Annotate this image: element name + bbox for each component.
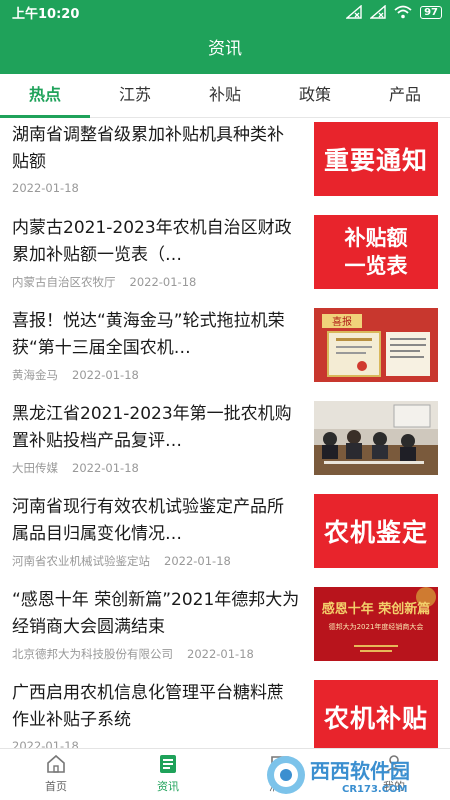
certificate-image: 喜报 (314, 308, 438, 382)
news-thumbnail (314, 401, 438, 475)
news-title: 内蒙古2021-2023年农机自治区财政累加补贴额一览表（… (12, 218, 292, 265)
svg-text:CR173.COM: CR173.COM (342, 784, 408, 795)
news-item[interactable]: 湖南省调整省级累加补贴机具种类补贴额 2022-01-18 重要通知 (0, 118, 450, 211)
nav-news[interactable]: 资讯 (128, 753, 208, 794)
tab-jiangsu[interactable]: 江苏 (90, 74, 180, 118)
news-title: “感恩十年 荣创新篇”2021年德邦大为经销商大会圆满结束 (12, 590, 300, 637)
svg-text:喜报: 喜报 (332, 315, 352, 328)
battery-icon: 97 (420, 5, 442, 19)
signal-off-icon-2 (370, 5, 386, 19)
news-meta: 北京德邦大为科技股份有限公司 2022-01-18 (12, 646, 254, 662)
watermark-logo: 西西软件园 CR173.COM (267, 756, 410, 795)
svg-text:德邦大为2021年度经销商大会: 德邦大为2021年度经销商大会 (329, 622, 424, 631)
tab-policy[interactable]: 政策 (270, 74, 360, 118)
news-date: 2022-01-18 (187, 647, 254, 661)
news-meta: 黄海金马 2022-01-18 (12, 367, 139, 383)
category-tabs: 热点 江苏 补贴 政策 产品 (0, 74, 450, 118)
news-item[interactable]: 广西启用农机信息化管理平台糖料蔗作业补贴子系统 2022-01-18 农机补贴 (0, 676, 450, 748)
news-item[interactable]: 内蒙古2021-2023年农机自治区财政累加补贴额一览表（… 内蒙古自治区农牧厅… (0, 211, 450, 304)
news-item[interactable]: 喜报！悦达“黄海金马”轮式拖拉机荣获“第十三届全国农机… 黄海金马 2022-01… (0, 304, 450, 397)
home-icon (47, 754, 65, 773)
news-source: 北京德邦大为科技股份有限公司 (12, 647, 173, 661)
news-date: 2022-01-18 (12, 181, 79, 195)
tab-products[interactable]: 产品 (360, 74, 450, 118)
news-item[interactable]: 河南省现行有效农机试验鉴定产品所属品目归属变化情况… 河南省农业机械试验鉴定站 2… (0, 490, 450, 583)
wifi-icon (394, 5, 412, 19)
news-title: 广西启用农机信息化管理平台糖料蔗作业补贴子系统 (12, 683, 284, 730)
news-source: 内蒙古自治区农牧厅 (12, 275, 116, 289)
status-time: 上午10:20 (12, 7, 80, 22)
status-bar: 上午10:20 97 (0, 0, 450, 24)
news-thumbnail: 喜报 (314, 308, 438, 382)
news-thumbnail: 重要通知 (314, 122, 438, 196)
page-title: 资讯 (0, 24, 450, 74)
news-thumbnail: 农机鉴定 (314, 494, 438, 568)
news-source: 大田传媒 (12, 461, 58, 475)
news-thumbnail: 农机补贴 (314, 680, 438, 748)
news-thumbnail: 补贴额 一览表 (314, 215, 438, 289)
meeting-photo (314, 401, 438, 475)
news-title: 喜报！悦达“黄海金马”轮式拖拉机荣获“第十三届全国农机… (12, 311, 285, 358)
news-meta: 2022-01-18 (12, 739, 79, 748)
news-list: 湖南省调整省级累加补贴机具种类补贴额 2022-01-18 重要通知 内蒙古20… (0, 118, 450, 748)
news-source: 黄海金马 (12, 368, 58, 382)
news-meta: 2022-01-18 (12, 181, 79, 195)
news-date: 2022-01-18 (72, 461, 139, 475)
nav-home[interactable]: 首页 (16, 753, 96, 794)
news-meta: 河南省农业机械试验鉴定站 2022-01-18 (12, 553, 231, 569)
news-title: 黑龙江省2021-2023年第一批农机购置补贴投档产品复评… (12, 404, 292, 451)
tab-hot[interactable]: 热点 (0, 74, 90, 118)
news-date: 2022-01-18 (72, 368, 139, 382)
news-date: 2022-01-18 (129, 275, 197, 289)
event-banner-image: 感恩十年 荣创新篇 德邦大为2021年度经销商大会 (314, 587, 438, 661)
news-date: 2022-01-18 (12, 739, 79, 748)
news-source: 河南省农业机械试验鉴定站 (12, 554, 150, 568)
news-meta: 内蒙古自治区农牧厅 2022-01-18 (12, 274, 196, 290)
news-thumbnail: 感恩十年 荣创新篇 德邦大为2021年度经销商大会 (314, 587, 438, 661)
news-icon (160, 755, 176, 773)
news-title: 河南省现行有效农机试验鉴定产品所属品目归属变化情况… (12, 497, 284, 544)
news-item[interactable]: 黑龙江省2021-2023年第一批农机购置补贴投档产品复评… 大田传媒 2022-… (0, 397, 450, 490)
signal-off-icon (346, 5, 362, 19)
status-icons: 97 (346, 4, 442, 20)
news-date: 2022-01-18 (164, 554, 231, 568)
news-title: 湖南省调整省级累加补贴机具种类补贴额 (12, 125, 284, 172)
nav-home-label: 首页 (45, 780, 67, 793)
tab-subsidy[interactable]: 补贴 (180, 74, 270, 118)
svg-text:感恩十年 荣创新篇: 感恩十年 荣创新篇 (322, 601, 431, 617)
nav-news-label: 资讯 (157, 780, 179, 793)
news-meta: 大田传媒 2022-01-18 (12, 460, 139, 476)
svg-text:西西软件园: 西西软件园 (310, 759, 410, 783)
news-item[interactable]: “感恩十年 荣创新篇”2021年德邦大为经销商大会圆满结束 北京德邦大为科技股份… (0, 583, 450, 676)
